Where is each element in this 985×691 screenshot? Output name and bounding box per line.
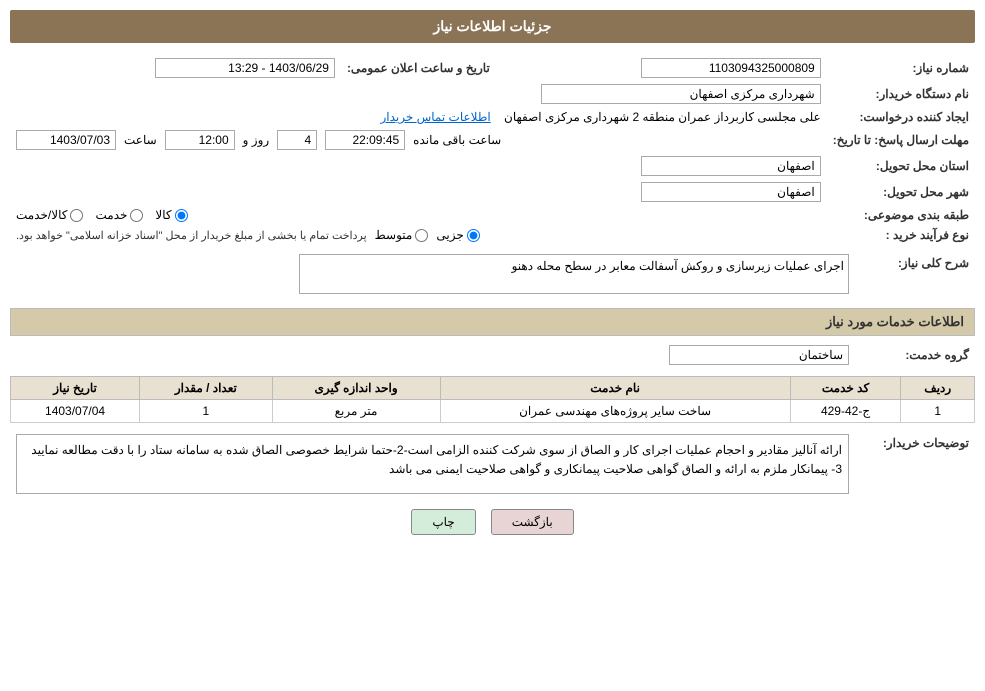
process-note: پرداخت تمام یا بخشی از مبلغ خریدار از مح…	[16, 229, 367, 242]
service-group-label: گروه خدمت:	[855, 342, 975, 368]
table-row: 1ج-42-429ساخت سایر پروژه‌های مهندسی عمرا…	[11, 400, 975, 423]
category-kala-khadamat-radio[interactable]	[70, 209, 83, 222]
process-jozvi-option[interactable]: جزیی	[436, 228, 479, 242]
category-kala-label: کالا	[155, 208, 171, 222]
category-kala-radio[interactable]	[175, 209, 188, 222]
creator-contact-link[interactable]: اطلاعات تماس خریدار	[380, 110, 490, 124]
table-cell-unit: متر مربع	[272, 400, 440, 423]
buyer-org-value: شهرداری مرکزی اصفهان	[541, 84, 821, 104]
col-qty: تعداد / مقدار	[140, 377, 272, 400]
col-date: تاریخ نیاز	[11, 377, 140, 400]
deadline-remaining: 22:09:45	[325, 130, 405, 150]
category-kala-khadamat-option[interactable]: کالا/خدمت	[16, 208, 83, 222]
category-khadamat-radio[interactable]	[130, 209, 143, 222]
deadline-label: مهلت ارسال پاسخ: تا تاریخ:	[827, 127, 975, 153]
deadline-days: 4	[277, 130, 317, 150]
category-khadamat-label: خدمت	[95, 208, 127, 222]
need-number-value: 1103094325000809	[641, 58, 821, 78]
buyer-notes-label: توضیحات خریدار:	[855, 431, 975, 497]
table-cell-code: ج-42-429	[790, 400, 901, 423]
table-cell-row: 1	[901, 400, 975, 423]
category-khadamat-option[interactable]: خدمت	[95, 208, 143, 222]
deadline-time-label: ساعت	[124, 133, 157, 147]
need-desc-label: شرح کلی نیاز:	[855, 251, 975, 300]
need-number-label: شماره نیاز:	[827, 55, 975, 81]
creator-value: علی مجلسی کاربرداز عمران منطقه 2 شهرداری…	[504, 110, 821, 124]
province-value: اصفهان	[641, 156, 821, 176]
col-row: ردیف	[901, 377, 975, 400]
back-button[interactable]: بازگشت	[491, 509, 574, 535]
table-cell-name: ساخت سایر پروژه‌های مهندسی عمران	[440, 400, 790, 423]
city-value: اصفهان	[641, 182, 821, 202]
province-label: استان محل تحویل:	[827, 153, 975, 179]
buyer-notes-value: ارائه آنالیز مقادیر و احجام عملیات اجرای…	[16, 434, 849, 494]
need-desc-textarea: اجرای عملیات زیرسازی و روکش آسفالت معابر…	[299, 254, 849, 294]
process-motavaset-radio[interactable]	[415, 229, 428, 242]
process-label: نوع فرآیند خرید :	[827, 225, 975, 245]
process-motavaset-option[interactable]: متوسط	[375, 228, 429, 242]
button-row: بازگشت چاپ	[10, 509, 975, 535]
city-label: شهر محل تحویل:	[827, 179, 975, 205]
service-group-value: ساختمان	[669, 345, 849, 365]
process-jozvi-label: جزیی	[436, 228, 463, 242]
table-cell-date: 1403/07/04	[11, 400, 140, 423]
col-unit: واحد اندازه گیری	[272, 377, 440, 400]
buyer-org-label: نام دستگاه خریدار:	[827, 81, 975, 107]
print-button[interactable]: چاپ	[411, 509, 475, 535]
page-title: جزئیات اطلاعات نیاز	[10, 10, 975, 43]
services-section-title: اطلاعات خدمات مورد نیاز	[10, 308, 975, 336]
deadline-remaining-label: ساعت باقی مانده	[413, 133, 501, 147]
table-cell-qty: 1	[140, 400, 272, 423]
deadline-date: 1403/07/03	[16, 130, 116, 150]
deadline-days-label: روز و	[243, 133, 270, 147]
creator-label: ایجاد کننده درخواست:	[827, 107, 975, 127]
process-jozvi-radio[interactable]	[467, 229, 480, 242]
category-kala-khadamat-label: کالا/خدمت	[16, 208, 67, 222]
announce-date-value: 1403/06/29 - 13:29	[155, 58, 335, 78]
category-kala-option[interactable]: کالا	[155, 208, 187, 222]
col-name: نام خدمت	[440, 377, 790, 400]
category-label: طبقه بندی موضوعی:	[827, 205, 975, 225]
deadline-time: 12:00	[165, 130, 235, 150]
announce-date-label: تاریخ و ساعت اعلان عمومی:	[341, 55, 496, 81]
process-motavaset-label: متوسط	[375, 228, 413, 242]
col-code: کد خدمت	[790, 377, 901, 400]
